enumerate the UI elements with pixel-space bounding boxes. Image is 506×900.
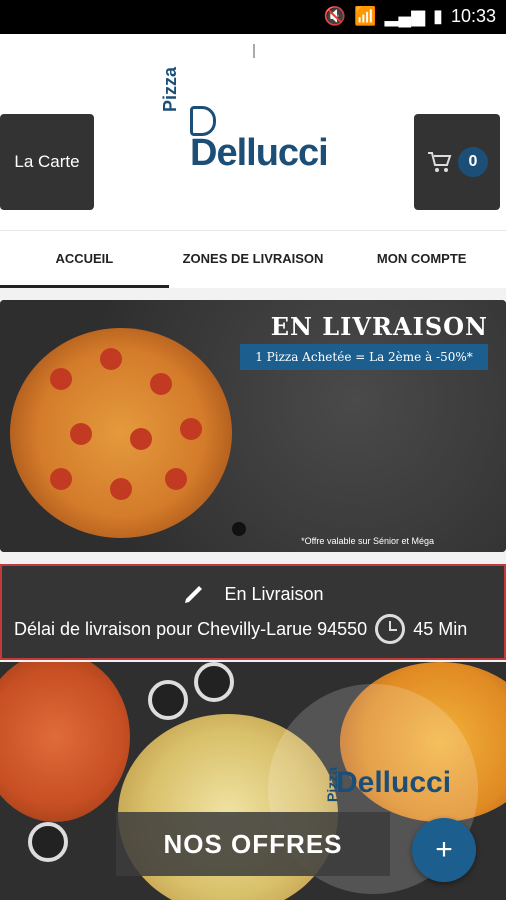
cart-count-badge: 0	[458, 147, 488, 177]
mute-icon: 🔇	[323, 6, 347, 26]
logo-name: Dellucci	[336, 766, 452, 799]
status-time: 10:33	[450, 6, 496, 26]
logo-name: Dellucci	[190, 132, 329, 174]
spice-bowl-image	[194, 662, 234, 702]
cart-button[interactable]: 0	[414, 114, 500, 210]
signal-icon: ▂▄▆	[384, 6, 426, 26]
delivery-delay-value: 45 Min	[413, 618, 468, 639]
battery-icon: ▮	[433, 6, 443, 26]
app-header: La Carte Pizza Dellucci 0	[0, 34, 506, 230]
offers-button[interactable]: NOS OFFRES	[116, 812, 390, 876]
banner-footnote: *Offre valable sur Sénior et Méga	[301, 536, 434, 546]
tab-mon-compte[interactable]: MON COMPTE	[337, 231, 506, 288]
wifi-icon: 📶	[354, 6, 377, 26]
spice-bowl-image	[148, 680, 188, 720]
spice-bowl-image	[28, 822, 68, 862]
delivery-info-panel[interactable]: En Livraison Délai de livraison pour Che…	[0, 564, 506, 660]
logo-pizza-text: Pizza	[160, 66, 180, 112]
pizza-image	[10, 328, 232, 538]
text-cursor	[253, 44, 255, 58]
menu-button[interactable]: La Carte	[0, 114, 94, 210]
menu-label: La Carte	[14, 152, 80, 171]
clock-icon	[375, 614, 406, 644]
pizza-image	[0, 662, 130, 822]
delivery-delay-text: Délai de livraison pour Chevilly-Larue 9…	[14, 618, 368, 639]
brand-logo: Pizza Dellucci	[160, 67, 350, 174]
status-bar: 🔇 📶 ▂▄▆ ▮ 10:33	[0, 0, 506, 34]
plus-icon: +	[435, 833, 453, 866]
promo-banner[interactable]: EN LIVRAISON 7/7 1 Pizza Achetée = La 2è…	[0, 300, 506, 552]
cart-icon	[428, 152, 452, 172]
tab-accueil[interactable]: ACCUEIL	[0, 231, 169, 288]
carousel-indicator[interactable]	[232, 522, 246, 536]
banner-promo: 1 Pizza Achetée = La 2ème à -50%*	[240, 344, 488, 370]
tab-zones-de-livraison[interactable]: ZONES DE LIVRAISON	[169, 231, 338, 288]
add-button[interactable]: +	[412, 818, 476, 882]
delivery-status: En Livraison	[224, 583, 324, 604]
pencil-icon	[185, 586, 203, 603]
tab-bar: ACCUEIL ZONES DE LIVRAISON MON COMPTE	[0, 230, 506, 288]
